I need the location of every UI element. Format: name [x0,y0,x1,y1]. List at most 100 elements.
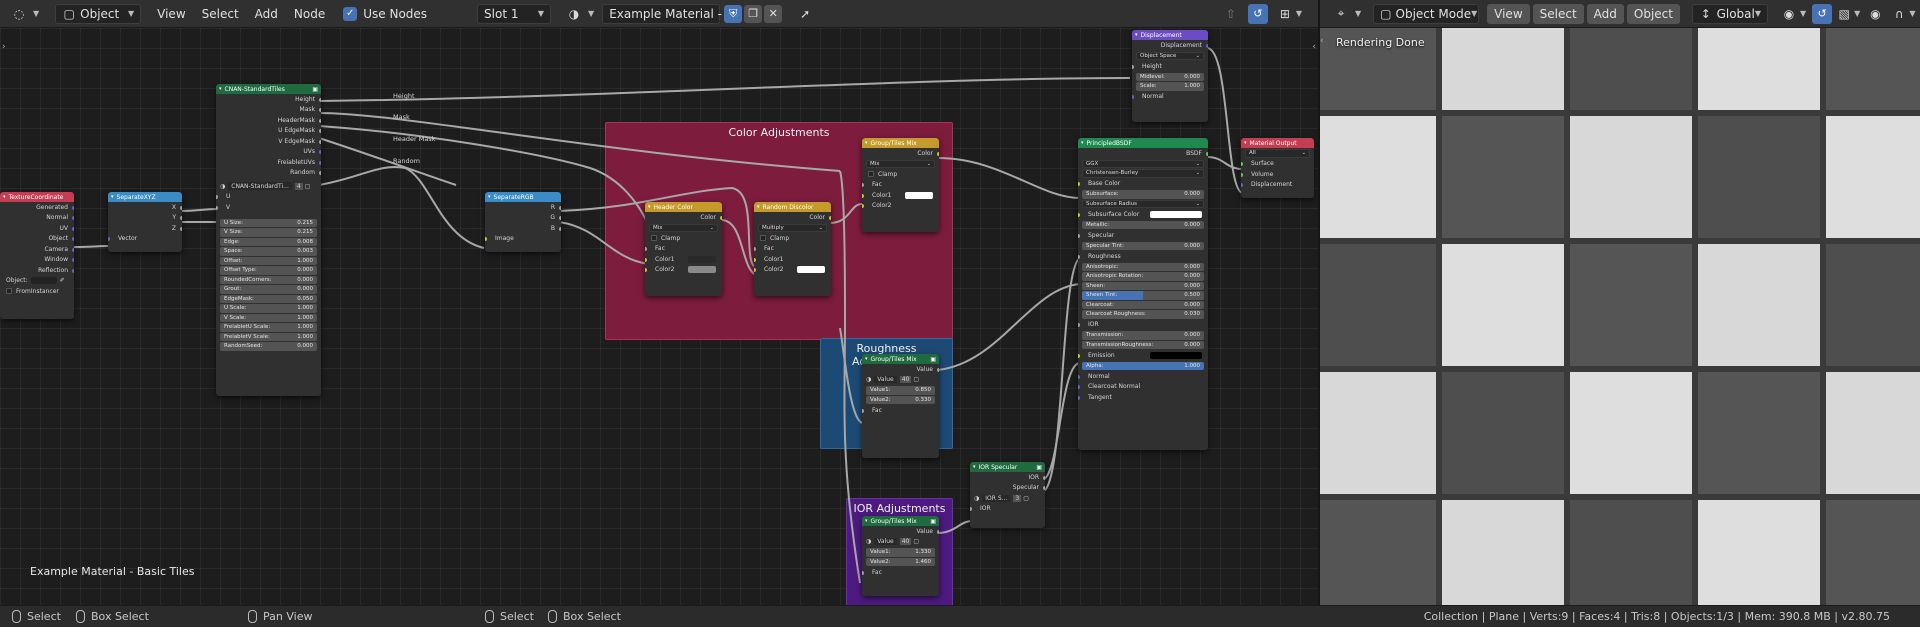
socket-ior-in[interactable]: IOR [1078,320,1208,331]
socket-u-in[interactable]: U [216,192,321,203]
alpha-field[interactable]: Alpha: 1.000 [1082,361,1204,370]
subsurface-radius-dropdown[interactable]: Subsurface Radius [1082,199,1204,208]
socket-freiablet-uvs[interactable]: FreiabletUVs [216,157,321,168]
socket-object[interactable]: Object [0,234,74,245]
from-instancer-row[interactable]: FromInstancer [0,286,74,297]
socket-value-out[interactable]: Value [862,364,939,375]
blend-mode-dropdown[interactable]: Multiply [758,223,827,232]
socket-b[interactable]: B [485,223,561,234]
subsurface-method-dropdown[interactable]: Christensen-Burley [1082,169,1204,178]
socket-normal-in[interactable]: Normal [1132,92,1208,103]
transmission-field[interactable]: Transmission: 0.000 [1082,331,1204,340]
socket-dot[interactable] [754,257,756,262]
param-field[interactable]: U Size: 0.215 [220,218,317,227]
socket-height[interactable]: Height [216,94,321,105]
socket-generated[interactable]: Generated [0,202,74,213]
socket-dot[interactable] [180,216,182,220]
socket-window[interactable]: Window [0,255,74,266]
clamp-checkbox[interactable] [868,171,874,178]
socket-dot[interactable] [1078,212,1080,217]
socket-y[interactable]: Y [108,213,182,224]
socket-dot[interactable] [1043,486,1045,490]
param-field[interactable]: Edge: 0.008 [220,237,317,246]
blend-mode-dropdown[interactable]: Mix [649,223,718,232]
space-dropdown[interactable]: Object Space [1136,51,1204,60]
value2-field[interactable]: Value2: 1.460 [866,557,935,566]
socket-surface-in[interactable]: Surface [1241,159,1314,170]
menu-select[interactable]: Select [196,3,245,25]
node-tiles-mix-color[interactable]: Group/Tiles Mix Color Mix Clamp Fac Colo… [862,138,939,232]
metallic-field[interactable]: Metallic: 0.000 [1082,220,1204,229]
node-ior-specular[interactable]: IOR Specular ▣ IOR Specular ◑IOR S...3▢ I… [970,462,1045,528]
socket-color2-in[interactable]: Color2 [754,265,831,276]
param-field[interactable]: FreiabletV Scale: 1.000 [220,332,317,341]
group-selector[interactable]: ◑ Value 40 ▢ [862,537,939,548]
node-principled-bsdf[interactable]: PrincipledBSDF BSDF GGX Christensen-Burl… [1078,138,1208,450]
snap-target-dropdown[interactable]: ▧ ▼ [1832,3,1863,25]
socket-dot[interactable] [319,118,321,123]
socket-dot[interactable] [829,215,831,220]
socket-dot[interactable] [319,150,321,154]
socket-color-out[interactable]: Color [645,212,722,223]
socket-basecolor-in[interactable]: Base Color [1078,179,1208,190]
socket-dot[interactable] [319,108,321,112]
unlink-material-button[interactable]: ✕ [764,4,783,23]
param-field[interactable]: Space: 0.003 [220,247,317,256]
menu-view[interactable]: View [151,3,191,25]
socket-dot[interactable] [1078,353,1080,358]
socket-color1-in[interactable]: Color1 [645,254,722,265]
socket-dot[interactable] [485,237,487,241]
socket-dot[interactable] [1078,395,1080,400]
snap-toggle[interactable]: ↺ [1247,3,1268,24]
socket-dot[interactable] [72,205,74,210]
socket-fac-in[interactable]: Fac [862,567,939,578]
node-texture-coordinate[interactable]: TextureCoordinate Generated Normal UV Ob… [0,192,74,319]
snap-element-dropdown[interactable]: ⊞ ▼ [1270,3,1308,25]
socket-dot[interactable] [216,205,218,210]
socket-normal-in[interactable]: Normal [1078,371,1208,382]
subsurface-color-swatch[interactable] [1150,210,1202,218]
specular-tint-field[interactable]: Specular Tint: 0.000 [1082,241,1204,250]
param-field[interactable]: Anisotropic: 0.000 [1082,262,1204,271]
socket-dot[interactable] [559,216,561,220]
falloff-dropdown[interactable]: ∩ ▼ [1887,3,1918,25]
param-field[interactable]: RoundedCorners: 0.000 [220,275,317,284]
socket-color-out[interactable]: Color [754,212,831,223]
socket-dot[interactable] [72,237,74,241]
param-field[interactable]: FreiabletU Scale: 1.000 [220,323,317,332]
node-tiles-mix-ior[interactable]: Group/Tiles Mix▣ Value ◑Value40▢ Value1:… [862,516,939,596]
viewport-menu-view[interactable]: View [1487,3,1530,24]
param-field[interactable]: Anisotropic Rotation: 0.000 [1082,272,1204,281]
socket-dot[interactable] [180,226,182,231]
param-field[interactable]: Grout: 0.000 [220,285,317,294]
target-dropdown[interactable]: All [1245,149,1310,158]
socket-fac-in[interactable]: Fac [862,180,939,191]
sidebar-expand-icon[interactable]: ‹ [1312,42,1316,52]
eyedropper-icon[interactable]: ✐ [60,277,65,284]
node-material-output[interactable]: Material Output All Surface Volume Displ… [1241,138,1314,198]
socket-z[interactable]: Z [108,223,182,234]
node-editor-canvas[interactable]: Color Adjustments Roughness Adjustments … [0,28,1318,605]
socket-dot[interactable] [319,129,321,133]
pivot-dropdown[interactable]: ◉ ▼ [1774,3,1812,25]
group-name-field[interactable]: Value [874,538,897,546]
group-name-field[interactable]: IOR S... [982,494,1011,502]
socket-dot[interactable] [1078,233,1080,238]
socket-dot[interactable] [862,408,864,413]
param-field[interactable]: Offset Type: 0.000 [220,266,317,275]
socket-reflection[interactable]: Reflection [0,265,74,276]
viewport-snap-toggle[interactable]: ↺ [1812,3,1833,24]
fake-user-icon[interactable]: ▢ [305,183,311,190]
socket-dot[interactable] [754,268,756,272]
socket-dot[interactable] [559,205,561,210]
node-tiles-mix-roughness[interactable]: Group/Tiles Mix▣ Value ◑Value40▢ Value1:… [862,354,939,458]
from-instancer-checkbox[interactable] [6,288,12,295]
orientation-dropdown[interactable]: ↕ Global ▼ [1692,3,1768,24]
socket-dot[interactable] [754,247,756,251]
socket-specular-in[interactable]: Specular [1078,230,1208,241]
editor-type-button[interactable]: ◌ ▼ [4,3,45,25]
socket-dot[interactable] [72,216,74,220]
socket-dot[interactable] [72,268,74,273]
param-field[interactable]: Clearcoat Roughness: 0.030 [1082,310,1204,319]
socket-x[interactable]: X [108,202,182,213]
